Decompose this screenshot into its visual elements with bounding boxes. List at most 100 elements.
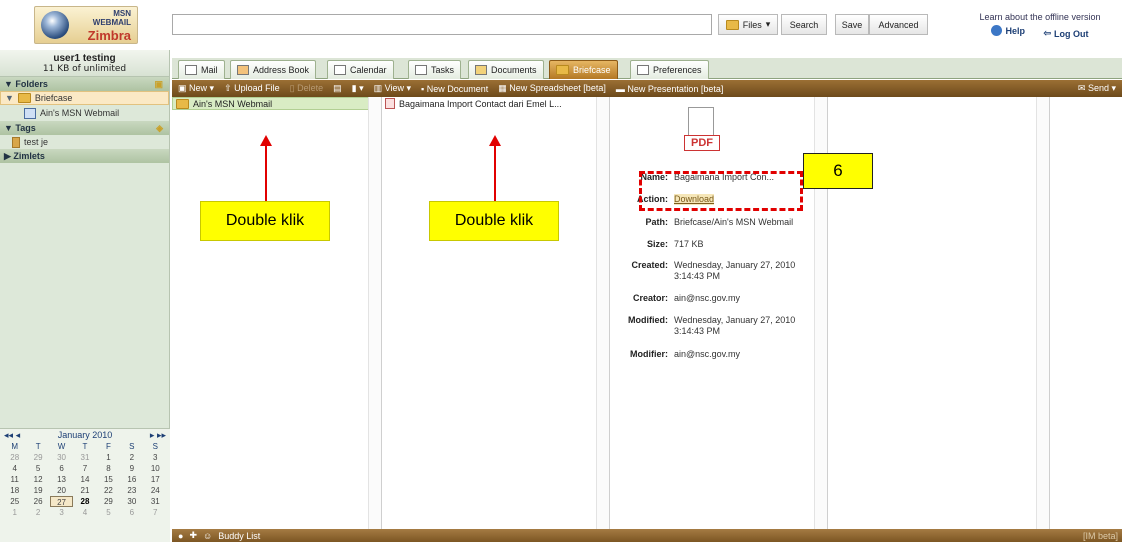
calendar-day[interactable]: 30 [50, 452, 73, 463]
calendar-day[interactable]: 26 [26, 496, 49, 507]
sidebar-item-tag[interactable]: test je [0, 135, 169, 149]
tab-mail[interactable]: Mail [178, 60, 225, 79]
calendar-day[interactable]: 7 [144, 507, 167, 518]
calendar-day[interactable]: 21 [73, 485, 96, 496]
calendar-day-name: W [57, 442, 66, 451]
calendar-day[interactable]: 30 [120, 496, 143, 507]
calendar-day[interactable]: 1 [97, 452, 120, 463]
new-spreadsheet-button[interactable]: ▦ New Spreadsheet [beta] [498, 83, 606, 94]
calendar-day[interactable]: 6 [120, 507, 143, 518]
calendar-day[interactable]: 18 [3, 485, 26, 496]
view-button[interactable]: ▥ View ▾ [374, 83, 411, 94]
presence-icon[interactable]: ● [178, 531, 183, 541]
calendar-day[interactable]: 4 [3, 463, 26, 474]
sidebar-item-briefcase[interactable]: ▼ Briefcase [0, 91, 169, 105]
add-buddy-icon[interactable]: ✚ [189, 530, 197, 541]
help-link[interactable]: Help [991, 25, 1025, 36]
tab-briefcase[interactable]: Briefcase [549, 60, 618, 79]
calendar-day[interactable]: 10 [144, 463, 167, 474]
search-input[interactable] [172, 14, 712, 35]
calendar-day[interactable]: 23 [120, 485, 143, 496]
calendar-day[interactable]: 3 [50, 507, 73, 518]
pdf-label: PDF [684, 135, 720, 151]
logout-link[interactable]: ⇦ Log Out [1043, 28, 1088, 39]
calendar-day[interactable]: 13 [50, 474, 73, 485]
search-scope-dropdown[interactable]: Files ▾ [718, 14, 778, 35]
calendar-day[interactable]: 2 [26, 507, 49, 518]
folder-label: Ain's MSN Webmail [193, 98, 273, 109]
next-year-icon[interactable]: ▸▸ [157, 430, 166, 440]
size-label: Size: [646, 239, 668, 249]
tab-preferences-label: Preferences [653, 65, 702, 75]
zimlets-header[interactable]: ▶ Zimlets [0, 149, 169, 163]
advanced-search-button[interactable]: Advanced [869, 14, 928, 35]
new-document-button[interactable]: ▪ New Document [421, 84, 488, 94]
offline-version-link[interactable]: Learn about the offline version [960, 12, 1120, 22]
calendar-day[interactable]: 17 [144, 474, 167, 485]
move-button[interactable]: ▤ [333, 83, 342, 94]
calendar-day[interactable]: 14 [73, 474, 96, 485]
calendar-day[interactable]: 2 [120, 452, 143, 463]
calendar-day[interactable]: 5 [26, 463, 49, 474]
sidebar-item-ain-webmail[interactable]: Ain's MSN Webmail [0, 105, 169, 121]
calendar-day[interactable]: 6 [50, 463, 73, 474]
save-search-button[interactable]: Save [835, 14, 869, 35]
folders-header[interactable]: ▼ Folders ▣ [0, 77, 169, 91]
tab-preferences[interactable]: Preferences [630, 60, 709, 79]
app-tabs: Mail Address Book Calendar Tasks Documen… [172, 58, 1122, 79]
pdf-document-icon: PDF [682, 107, 722, 155]
modified-time: 3:14:43 PM [674, 326, 721, 336]
search-button[interactable]: Search [781, 14, 827, 35]
calendar-day[interactable]: 7 [73, 463, 96, 474]
prev-month-icon[interactable]: ◂ [16, 430, 21, 440]
list-item[interactable]: Ain's MSN Webmail [172, 97, 381, 110]
upload-file-button[interactable]: ⇧ Upload File [224, 83, 280, 94]
calendar-day[interactable]: 5 [97, 507, 120, 518]
scrollbar[interactable] [1036, 97, 1049, 529]
new-button[interactable]: ▣ New ▾ [178, 83, 214, 94]
tab-documents[interactable]: Documents [468, 60, 544, 79]
calendar-day[interactable]: 25 [3, 496, 26, 507]
calendar-day[interactable]: 15 [97, 474, 120, 485]
new-folder-icon[interactable]: ▣ [154, 79, 163, 90]
tab-tasks[interactable]: Tasks [408, 60, 462, 79]
calendar-day[interactable]: 16 [120, 474, 143, 485]
calendar-day[interactable]: 31 [73, 452, 96, 463]
calendar-day[interactable]: 3 [144, 452, 167, 463]
calendar-day[interactable]: 31 [144, 496, 167, 507]
tags-header[interactable]: ▼ Tags ◈ [0, 121, 169, 135]
calendar-day[interactable]: 28 [3, 452, 26, 463]
help-icon [991, 25, 1003, 36]
calendar-day[interactable]: 12 [26, 474, 49, 485]
tab-calendar-label: Calendar [350, 65, 387, 75]
list-item[interactable]: Bagaimana Import Contact dari Emel L... [382, 97, 609, 110]
new-presentation-button[interactable]: ▬ New Presentation [beta] [616, 84, 724, 94]
tag-button[interactable]: ▮ ▾ [352, 83, 364, 94]
calendar-day[interactable]: 9 [120, 463, 143, 474]
tab-address-book[interactable]: Address Book [230, 60, 317, 79]
msn-webmail-logo[interactable]: MSN WEBMAIL Zimbra [34, 6, 138, 44]
delete-button[interactable]: ▯ Delete [290, 83, 323, 94]
scrollbar[interactable] [368, 97, 381, 529]
calendar-day[interactable]: 28 [73, 496, 96, 507]
calendar-day[interactable]: 22 [97, 485, 120, 496]
calendar-day[interactable]: 4 [73, 507, 96, 518]
calendar-day[interactable]: 8 [97, 463, 120, 474]
calendar-day[interactable]: 19 [26, 485, 49, 496]
calendar-day[interactable]: 1 [3, 507, 26, 518]
send-button[interactable]: ✉ Send ▾ [1078, 83, 1116, 94]
tab-address-book-label: Address Book [253, 65, 310, 75]
calendar-day[interactable]: 29 [26, 452, 49, 463]
prev-year-icon[interactable]: ◂◂ [4, 430, 13, 440]
new-tag-icon[interactable]: ◈ [156, 123, 163, 134]
buddy-list-label[interactable]: Buddy List [218, 531, 260, 541]
scrollbar[interactable] [596, 97, 609, 529]
calendar-day[interactable]: 11 [3, 474, 26, 485]
tab-calendar[interactable]: Calendar [327, 60, 394, 79]
calendar-day[interactable]: 20 [50, 485, 73, 496]
calendar-day[interactable]: 27 [49, 496, 74, 507]
tag-label: test je [24, 137, 49, 147]
next-month-icon[interactable]: ▸ [150, 430, 155, 440]
calendar-day[interactable]: 29 [97, 496, 120, 507]
calendar-day[interactable]: 24 [144, 485, 167, 496]
